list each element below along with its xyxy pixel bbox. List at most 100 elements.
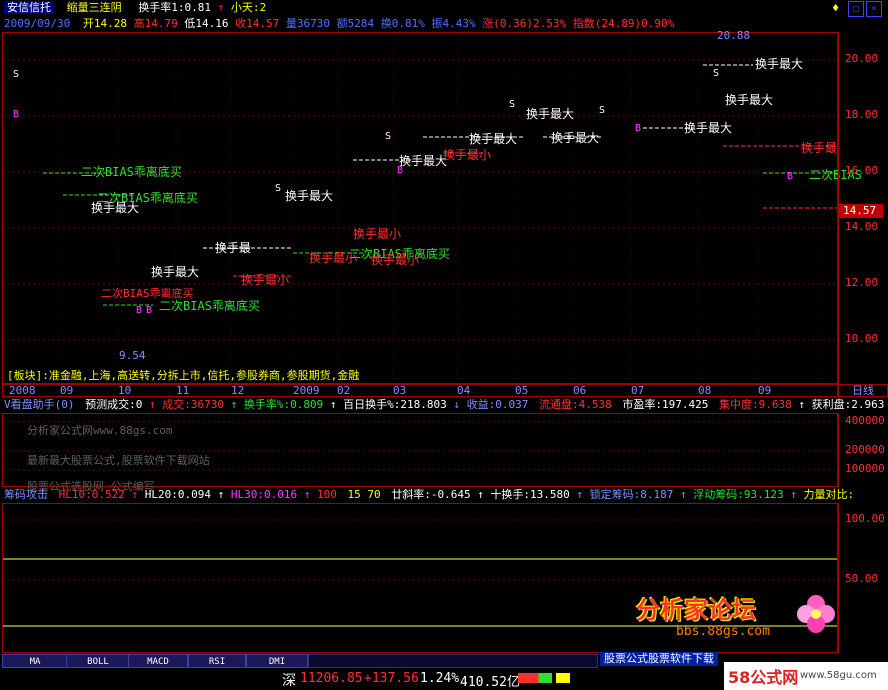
sell-mark: S [275,183,282,194]
date-axis: 2008 09 10 11 12 2009 02 03 04 05 06 07 … [2,384,838,397]
up-arrow-icon: ↑ [217,488,225,501]
volume-panel-header: V看盘助手(0) 预测成交:0 ↑ 成交:36730 ↑ 换手率%:0.809 … [4,397,888,413]
chip-axis: 100.00 50.00 [838,503,888,653]
quote-low: 低14.16 [184,17,229,30]
stock-name[interactable]: 安信信托 [4,1,54,14]
chip-100: 100 [316,488,337,501]
date-label: 07 [631,384,645,397]
buy-mark: B [13,109,20,120]
date-label: 11 [176,384,190,397]
quote-change: 涨(0.36)2.53% [482,17,567,30]
chip-locked: 锁定筹码:8.187 [589,488,674,501]
signal-annotation: 换手最大 [285,189,334,203]
signal-annotation: 换手最小 [371,253,420,267]
vol-concentration: 集中度:9.638 [718,398,792,411]
market-flat-bar [556,673,570,683]
date-label: 08 [698,384,712,397]
chip-hl30: HL30:0.016 [230,488,298,501]
sell-mark: S [599,105,606,116]
watermark: 分析家公式网www.88gs.com [27,424,173,437]
chip-floating: 浮动筹码:93.123 [693,488,784,501]
close-icon[interactable]: × [866,1,882,17]
turnover-label: 换手率1:0.81 [138,1,211,14]
up-arrow-icon: ↑ [798,398,805,411]
date-label: 09 [758,384,772,397]
chip-slope: 廿斜率:-0.645 [391,488,471,501]
buy-mark: B [146,305,153,316]
chip-force: 力量对比: [803,488,855,501]
up-arrow-icon: ↑ [576,488,584,501]
chip-ten-turn: 十换手:13.580 [490,488,570,501]
indicator-name[interactable]: 缩量三连阴 [67,1,122,14]
price-tick: 12.00 [845,276,879,289]
small-day: 小天:2 [230,1,267,14]
signal-annotation: 二次BIAS乖离底买 [81,165,182,179]
bell-icon[interactable]: ♦ [832,1,846,15]
signal-annotation: 换手最大 [469,132,518,146]
price-axis: 20.00 18.00 16.00 14.00 12.00 10.00 14.5… [838,32,888,384]
date-label: 02 [337,384,351,397]
index-value: 11206.85 [300,671,363,686]
date-label: 03 [393,384,407,397]
period-tab-daily[interactable]: 日线 [838,384,888,397]
tab-dmi[interactable]: DMI [246,654,308,668]
volume-panel[interactable]: 分析家公式网www.88gs.com 最新最大股票公式,股票软件下载网站 股票公… [2,413,838,493]
restore-icon[interactable]: □ [848,1,864,17]
up-arrow-icon: ↑ [131,488,139,501]
signal-annotation: 换手最大 [755,57,804,71]
vol-float: 流通盘:4.538 [538,398,612,411]
chip-hl10: HL10:0.522 [58,488,125,501]
tab-macd[interactable]: MACD [128,654,188,668]
market-breadth-bar [518,673,552,683]
board-info: [板块]:准金融,上海,高送转,分拆上市,信托,参股券商,参股期货,金融 [7,367,360,383]
signal-annotation: 换手最小 [241,273,290,287]
signal-annotation: 换手最小 [353,227,402,241]
site-logo-title: 58公式网 [728,668,799,687]
chip-tick: 100.00 [845,512,885,525]
up-arrow-icon: ↑ [230,398,238,411]
tab-boll[interactable]: BOLL [66,654,130,668]
vol-volume: 成交:36730 [162,398,224,411]
price-panel[interactable]: 20.88 9.54 二次BIAS乖离底买 换手最大 换手最大 换手最小 换手最… [2,29,862,384]
up-arrow-icon: ↑ [149,398,156,411]
current-price-tag: 14.57 [839,204,883,218]
buy-mark: B [136,305,143,316]
date-label: 10 [118,384,132,397]
quote-open: 开14.28 [82,17,127,30]
vol-turnover: 换手率%:0.809 [243,398,324,411]
vol-title[interactable]: V看盘助手(0) [4,398,75,411]
header-row-2: 2009/09/30 开14.28 高14.79 低14.16 收14.57 量… [4,16,674,32]
forum-logo-title: 分析家论坛 [636,596,756,624]
vol-profit: 获利盘:2.963 [811,398,885,411]
tab-ma[interactable]: MA [2,654,68,668]
forum-logo: 分析家论坛 bbs.88gs.com [630,590,838,646]
price-tick: 18.00 [845,108,879,121]
signal-annotation: 换手最大 [725,93,774,107]
signal-annotation: 换手最大 [151,265,200,279]
up-arrow-icon: ↑ [217,1,225,14]
buy-mark: B [787,171,794,182]
header-row-1: 安信信托 缩量三连阴 换手率1:0.81 ↑ 小天:2 [4,0,266,16]
sell-mark: S [385,131,392,142]
sell-mark: S [13,69,20,80]
down-arrow-icon: ↓ [453,398,460,411]
signal-annotation: 换手最 [801,141,838,155]
price-tick: 16.00 [845,164,879,177]
site-logo: 58公式网 www.58gu.com [724,662,888,690]
tab-strip-filler [308,654,598,668]
quote-date: 2009/09/30 [4,17,71,30]
vol-hundred: 百日换手%:218.803 [343,398,447,411]
index-pct: 1.24% [420,671,460,686]
chip-title[interactable]: 筹码攻击 [4,488,48,501]
up-arrow-icon: ↑ [790,488,797,501]
tab-rsi[interactable]: RSI [188,654,246,668]
chip-tick: 50.00 [845,572,879,585]
vol-income: 收益:0.037 [466,398,529,411]
date-label: 09 [60,384,74,397]
quote-amplitude: 振4.43% [431,17,476,30]
site-logo-url: www.58gu.com [800,670,877,681]
date-label: 06 [573,384,587,397]
index-name[interactable]: 深 [282,670,296,690]
price-tick: 20.00 [845,52,879,65]
volume-tick: 100000 [845,462,885,475]
